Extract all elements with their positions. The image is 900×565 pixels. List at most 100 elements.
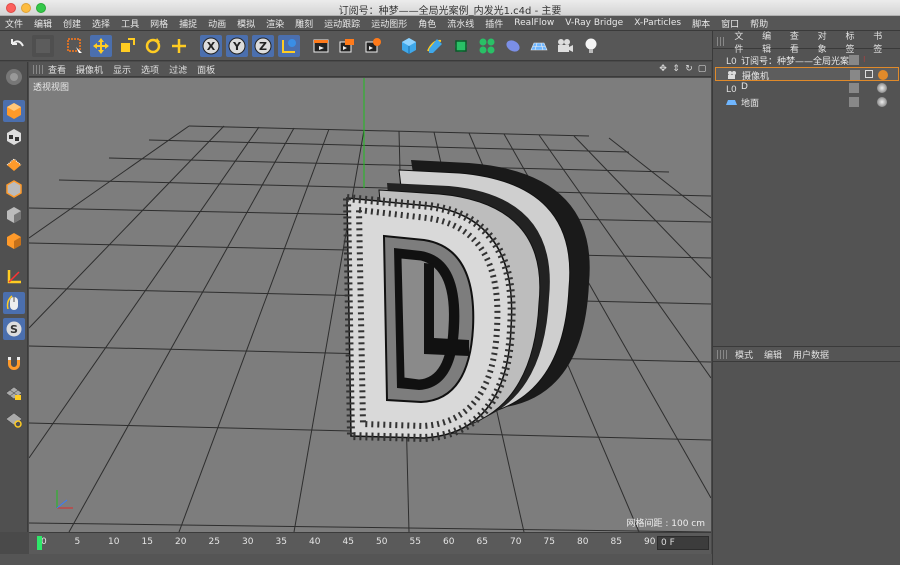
visibility-toggle-icon[interactable] [850, 70, 860, 80]
left-tool-palette: S [0, 62, 28, 532]
light-icon[interactable] [580, 35, 602, 57]
om-menu-objects[interactable]: 对象 [818, 29, 835, 55]
snap-icon[interactable] [3, 292, 25, 314]
visibility-toggle-icon[interactable] [849, 83, 859, 93]
am-menu-edit[interactable]: 编辑 [764, 348, 782, 361]
move-icon[interactable] [90, 35, 112, 57]
panel-grip-icon[interactable] [33, 64, 43, 74]
camera-icon[interactable] [554, 35, 576, 57]
scale-icon[interactable] [116, 35, 138, 57]
viewport-dolly-icon[interactable]: ⇕ [671, 64, 681, 74]
menu-mograph[interactable]: 运动图形 [371, 17, 407, 30]
menu-file[interactable]: 文件 [5, 17, 23, 30]
pen-spline-icon[interactable] [424, 35, 446, 57]
x-axis-icon[interactable]: X [200, 35, 222, 57]
letter-d-object[interactable] [342, 160, 590, 443]
y-axis-icon[interactable]: Y [226, 35, 248, 57]
menu-character[interactable]: 角色 [418, 17, 436, 30]
viewport-menu-panel[interactable]: 面板 [197, 63, 215, 76]
cube-icon[interactable] [398, 35, 420, 57]
render-toggle-icon[interactable]: ⁝ [863, 55, 873, 65]
menu-create[interactable]: 创建 [63, 17, 81, 30]
redo-icon[interactable] [32, 35, 54, 57]
coordinate-system-icon[interactable] [278, 35, 300, 57]
material-tag-icon[interactable] [877, 83, 887, 93]
floor-icon[interactable] [528, 35, 550, 57]
texture-mode-icon[interactable] [3, 126, 25, 148]
menu-simulate[interactable]: 模拟 [237, 17, 255, 30]
viewport-rotate-icon[interactable]: ↻ [684, 64, 694, 74]
menu-x-particles[interactable]: X-Particles [634, 18, 681, 28]
recent-tool-icon[interactable] [168, 35, 190, 57]
subdivision-icon[interactable] [450, 35, 472, 57]
menu-tools[interactable]: 工具 [121, 17, 139, 30]
timeline[interactable]: 0 5 10 15 20 25 30 35 40 45 50 55 60 65 70 75 80 85 90 0 F [29, 532, 711, 554]
om-menu-bookmarks[interactable]: 书签 [873, 29, 890, 55]
magnet-icon[interactable]: S [3, 318, 25, 340]
menu-motion-tracking[interactable]: 运动跟踪 [324, 17, 360, 30]
live-select-icon[interactable] [64, 35, 86, 57]
object-mode-icon[interactable] [3, 100, 25, 122]
axis-mode-icon[interactable] [3, 230, 25, 252]
protection-tag-icon[interactable] [878, 70, 888, 80]
object-row-selected[interactable]: 摄像机 [715, 67, 899, 82]
panel-grip-icon[interactable] [717, 37, 727, 46]
om-menu-edit[interactable]: 编辑 [762, 29, 779, 55]
z-axis-icon[interactable]: Z [252, 35, 274, 57]
deformer-icon[interactable] [502, 35, 524, 57]
am-menu-user-data[interactable]: 用户数据 [793, 348, 829, 361]
viewport-menu-view[interactable]: 查看 [48, 63, 66, 76]
panel-grip-icon[interactable] [717, 349, 727, 359]
menu-plugins[interactable]: 插件 [485, 17, 503, 30]
tweak-mode-icon[interactable] [3, 266, 25, 288]
x-axis-label: X [207, 40, 216, 53]
menu-vray-bridge[interactable]: V-Ray Bridge [565, 18, 623, 28]
menu-realflow[interactable]: RealFlow [514, 18, 554, 28]
menu-script[interactable]: 脚本 [692, 17, 710, 30]
edge-mode-icon[interactable] [3, 178, 25, 200]
om-menu-file[interactable]: 文件 [734, 29, 751, 55]
visibility-toggle-icon[interactable] [849, 55, 859, 65]
menu-select[interactable]: 选择 [92, 17, 110, 30]
render-view-icon[interactable] [310, 35, 332, 57]
menu-edit[interactable]: 编辑 [34, 17, 52, 30]
menu-mesh[interactable]: 网格 [150, 17, 168, 30]
camera-tag-icon[interactable] [865, 70, 873, 78]
am-menu-mode[interactable]: 模式 [735, 348, 753, 361]
menu-render[interactable]: 渲染 [266, 17, 284, 30]
menu-pipeline[interactable]: 流水线 [447, 17, 474, 30]
render-picture-viewer-icon[interactable] [336, 35, 358, 57]
workplane-icon[interactable] [3, 352, 25, 374]
viewport-menu-options[interactable]: 选项 [141, 63, 159, 76]
render-settings-icon[interactable] [362, 35, 384, 57]
viewport-label: 透视视图 [33, 83, 70, 93]
menu-sculpt[interactable]: 雕刻 [295, 17, 313, 30]
perspective-viewport[interactable]: 透视视图 网格间距 : 100 cm [29, 78, 711, 532]
viewport-menu-display[interactable]: 显示 [113, 63, 131, 76]
object-row[interactable]: L0 订阅号：种梦——全局光案例 ⁝ [715, 53, 899, 67]
grid-snap-icon[interactable] [3, 408, 25, 430]
timeline-playhead[interactable] [37, 536, 42, 550]
viewport-pan-icon[interactable]: ✥ [658, 64, 668, 74]
model-mode-icon[interactable] [3, 66, 25, 88]
viewport-toggle-icon[interactable]: ▢ [697, 64, 707, 74]
attribute-manager-menubar: 模式 编辑 用户数据 [713, 346, 900, 362]
menu-animate[interactable]: 动画 [208, 17, 226, 30]
polygon-mode-icon[interactable] [3, 204, 25, 226]
y-axis-label: Y [232, 40, 242, 53]
material-tag-icon[interactable] [877, 97, 887, 107]
object-row[interactable]: 地面 [715, 95, 899, 109]
visibility-toggle-icon[interactable] [849, 97, 859, 107]
point-mode-icon[interactable] [3, 152, 25, 174]
object-row[interactable]: L0 D [715, 81, 899, 95]
om-menu-tags[interactable]: 标签 [845, 29, 862, 55]
undo-icon[interactable] [6, 35, 28, 57]
menu-snap[interactable]: 捕捉 [179, 17, 197, 30]
viewport-menu-filter[interactable]: 过滤 [169, 63, 187, 76]
om-menu-view[interactable]: 查看 [790, 29, 807, 55]
frame-field[interactable]: 0 F [657, 536, 709, 550]
cloner-icon[interactable] [476, 35, 498, 57]
rotate-icon[interactable] [142, 35, 164, 57]
workplane-lock-icon[interactable] [3, 382, 25, 404]
viewport-menu-camera[interactable]: 摄像机 [76, 63, 103, 76]
